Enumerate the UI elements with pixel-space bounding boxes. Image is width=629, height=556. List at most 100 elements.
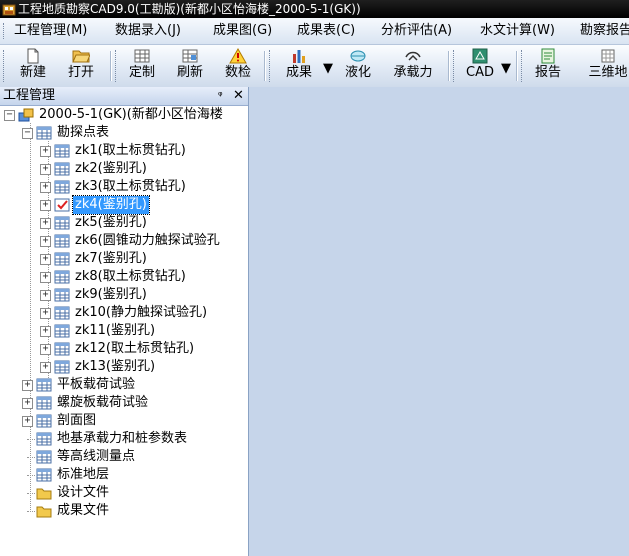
expand-icon[interactable]: + — [40, 182, 51, 193]
tree-item[interactable]: + 螺旋板载荷试验 — [22, 394, 248, 412]
collapse-icon[interactable]: − — [22, 128, 33, 139]
tree-borehole-item[interactable]: + zk8(取土标贯钻孔) — [40, 268, 248, 286]
toolbar-grip[interactable] — [115, 50, 119, 82]
table-icon — [54, 288, 70, 302]
three-d-geology-button[interactable]: 三维地 — [578, 47, 629, 85]
expand-icon[interactable]: + — [40, 326, 51, 337]
table-icon — [54, 252, 70, 266]
menu-project-management[interactable]: 工程管理(M) — [14, 18, 87, 44]
tree-borehole-item[interactable]: + zk10(静力触探试验孔) — [40, 304, 248, 322]
table-icon — [54, 162, 70, 176]
toolbar-grip[interactable] — [3, 50, 7, 82]
tree-item[interactable]: 设计文件 — [22, 484, 248, 502]
expand-icon[interactable]: + — [40, 308, 51, 319]
menu-analysis[interactable]: 分析评估(A) — [381, 18, 452, 44]
menu-grip[interactable] — [3, 23, 7, 39]
table-icon — [36, 432, 52, 446]
refresh-button[interactable]: 刷新 — [170, 47, 210, 85]
results-dropdown-arrow[interactable]: ▼ — [323, 61, 333, 76]
expand-icon[interactable]: + — [40, 164, 51, 175]
tree-borehole-item[interactable]: + zk6(圆锥动力触探试验孔 — [40, 232, 248, 250]
results-button[interactable]: 成果 — [278, 47, 320, 85]
liquefaction-icon — [350, 50, 366, 62]
tree-item[interactable]: 标准地层 — [22, 466, 248, 484]
tree-borehole-item[interactable]: + zk12(取土标贯钻孔) — [40, 340, 248, 358]
results-chart-icon — [293, 50, 305, 63]
menu-data-entry[interactable]: 数据录入(J) — [115, 18, 181, 44]
checked-table-icon — [54, 198, 70, 212]
tree-item[interactable]: + 平板载荷试验 — [22, 376, 248, 394]
tree-item[interactable]: 成果文件 — [22, 502, 248, 520]
table-icon — [36, 378, 52, 392]
refresh-table-icon — [182, 49, 198, 63]
tree-borehole-item[interactable]: + zk9(鉴别孔) — [40, 286, 248, 304]
table-icon — [36, 450, 52, 464]
report-button[interactable]: 报告 — [528, 47, 568, 85]
collapse-icon[interactable]: − — [4, 110, 15, 121]
project-tree: − 2000-5-1(GK)(新都小区怡海楼 − 勘探点表 + zk1(取土标贯钻… — [0, 106, 248, 556]
tree-borehole-item[interactable]: + zk1(取土标贯钻孔) — [40, 142, 248, 160]
panel-title: 工程管理 — [3, 88, 56, 103]
expand-icon[interactable]: + — [40, 146, 51, 157]
expand-icon[interactable]: + — [40, 344, 51, 355]
cad-icon — [472, 48, 488, 64]
tree-borehole-item[interactable]: + zk4(鉴别孔) — [40, 195, 248, 215]
toolbar-grip[interactable] — [453, 50, 457, 82]
tree-item[interactable]: + 剖面图 — [22, 412, 248, 430]
customize-button[interactable]: 定制 — [122, 47, 162, 85]
numeric-check-button[interactable]: 数检 — [218, 47, 258, 85]
expand-icon[interactable]: + — [40, 362, 51, 373]
folder-icon — [36, 506, 52, 518]
tree-borehole-item[interactable]: + zk7(鉴别孔) — [40, 250, 248, 268]
tree-borehole-item[interactable]: + zk11(鉴别孔) — [40, 322, 248, 340]
app-icon — [2, 4, 16, 16]
tree-borehole-item[interactable]: + zk3(取土标贯钻孔) — [40, 178, 248, 196]
expand-icon[interactable]: + — [40, 290, 51, 301]
tree-borehole-item[interactable]: + zk2(鉴别孔) — [40, 160, 248, 178]
menu-result-drawings[interactable]: 成果图(G) — [213, 18, 272, 44]
report-icon — [541, 48, 555, 64]
cad-dropdown-arrow[interactable]: ▼ — [501, 61, 511, 76]
menu-hydrology[interactable]: 水文计算(W) — [480, 18, 555, 44]
expand-icon[interactable]: + — [22, 416, 33, 427]
table-icon — [54, 306, 70, 320]
workspace-area[interactable] — [249, 87, 629, 556]
table-icon — [54, 216, 70, 230]
tree-item[interactable]: 地基承载力和桩参数表 — [22, 430, 248, 448]
tree-item[interactable]: 等高线测量点 — [22, 448, 248, 466]
cad-button[interactable]: CAD — [462, 47, 498, 85]
table-icon — [54, 180, 70, 194]
expand-icon[interactable]: + — [40, 272, 51, 283]
menu-survey-report[interactable]: 勘察报告 — [580, 18, 629, 44]
bearing-capacity-icon — [405, 51, 421, 61]
pin-icon[interactable]: ᵠ — [218, 87, 223, 105]
table-icon — [36, 396, 52, 410]
bearing-capacity-button[interactable]: 承载力 — [386, 47, 440, 85]
expand-icon[interactable]: + — [22, 398, 33, 409]
window-title: 工程地质勘察CAD9.0(工勘版)(新都小区怡海楼_2000-5-1(GK)) — [18, 2, 361, 16]
toolbar-grip[interactable] — [269, 50, 273, 82]
toolbar: 新建 打开 定制 刷新 数检 成果 ▼ 液化 承载力 CAD ▼ 报告 三维地 — [0, 45, 629, 88]
expand-icon[interactable]: + — [40, 236, 51, 247]
expand-icon[interactable]: + — [22, 380, 33, 391]
open-folder-icon — [72, 50, 90, 63]
new-button[interactable]: 新建 — [12, 47, 54, 85]
tree-root[interactable]: − 2000-5-1(GK)(新都小区怡海楼 — [4, 106, 248, 124]
table-grid-icon — [134, 49, 150, 63]
table-icon — [54, 324, 70, 338]
window-title-bar: 工程地质勘察CAD9.0(工勘版)(新都小区怡海楼_2000-5-1(GK)) — [0, 0, 629, 18]
menu-result-tables[interactable]: 成果表(C) — [297, 18, 355, 44]
toolbar-grip[interactable] — [521, 50, 525, 82]
tree-borehole-item[interactable]: + zk5(鉴别孔) — [40, 214, 248, 232]
close-icon[interactable]: ✕ — [233, 87, 244, 105]
expand-icon[interactable]: + — [40, 200, 51, 211]
liquefaction-button[interactable]: 液化 — [338, 47, 378, 85]
tree-survey-points[interactable]: − 勘探点表 — [22, 124, 248, 142]
expand-icon[interactable]: + — [40, 218, 51, 229]
tree-borehole-item[interactable]: + zk13(鉴别孔) — [40, 358, 248, 376]
check-warning-icon — [229, 48, 247, 64]
open-button[interactable]: 打开 — [60, 47, 102, 85]
table-icon — [36, 126, 52, 140]
toolbar-separator — [110, 51, 112, 81]
expand-icon[interactable]: + — [40, 254, 51, 265]
